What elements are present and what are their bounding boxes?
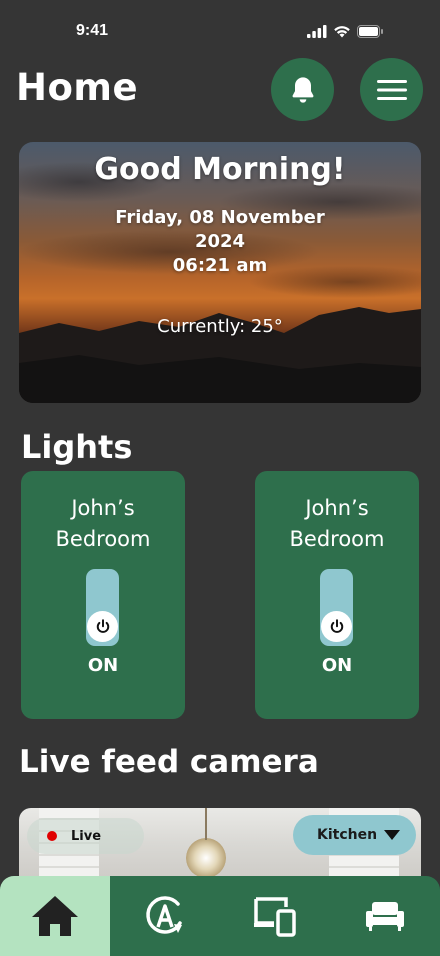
room-selector-value: Kitchen <box>317 827 378 843</box>
lights-heading: Lights <box>21 428 133 466</box>
power-toggle-knob[interactable] <box>87 611 118 642</box>
automation-icon <box>146 896 182 934</box>
notifications-button[interactable] <box>271 58 334 121</box>
light-room-name: John’s Bedroom <box>255 493 419 555</box>
power-icon <box>96 618 109 633</box>
light-room-name-line2: Bedroom <box>289 527 385 551</box>
power-icon <box>330 618 343 633</box>
room-selector[interactable]: Kitchen <box>293 815 416 855</box>
home-icon <box>32 896 78 936</box>
mountain-silhouette <box>19 307 421 403</box>
current-temperature: Currently: 25° <box>157 316 283 337</box>
light-room-name-line1: John’s <box>71 496 135 520</box>
devices-icon <box>254 897 296 937</box>
feed-chandelier-cord <box>205 808 207 840</box>
live-dot-icon <box>47 831 57 841</box>
page-title: Home <box>16 66 139 109</box>
date-line-2: 2024 <box>194 231 246 252</box>
light-card[interactable]: John’s Bedroom ON <box>255 471 419 719</box>
status-time: 9:41 <box>76 22 109 39</box>
cellular-signal-icon <box>307 25 327 38</box>
camera-heading: Live feed camera <box>19 744 319 780</box>
tab-home[interactable] <box>0 876 110 956</box>
sofa-icon <box>366 902 404 931</box>
tab-devices[interactable] <box>220 876 330 956</box>
tab-rooms[interactable] <box>330 876 440 956</box>
feed-chandelier <box>186 838 226 878</box>
greeting-text: Good Morning! <box>94 152 346 187</box>
bell-icon <box>292 76 313 103</box>
wifi-icon <box>334 26 350 38</box>
light-state: ON <box>321 655 353 676</box>
light-card[interactable]: John’s Bedroom ON <box>21 471 185 719</box>
time-text: 06:21 am <box>172 255 268 276</box>
hamburger-menu-icon <box>376 79 407 100</box>
date-line-1: Friday, 08 November <box>115 207 325 228</box>
light-room-name: John’s Bedroom <box>21 493 185 555</box>
date-time: Friday, 08 November 2024 06:21 am <box>19 206 421 278</box>
light-room-name-line2: Bedroom <box>55 527 151 551</box>
light-state: ON <box>87 655 119 676</box>
bottom-nav <box>0 876 440 956</box>
light-toggle-slider[interactable] <box>86 569 119 646</box>
status-bar: 9:41 <box>0 0 440 58</box>
tab-automation[interactable] <box>110 876 220 956</box>
light-room-name-line1: John’s <box>305 496 369 520</box>
system-icons <box>307 25 384 38</box>
live-label: Live <box>71 828 102 844</box>
power-toggle-knob[interactable] <box>321 611 352 642</box>
light-toggle-slider[interactable] <box>320 569 353 646</box>
dropdown-arrow-icon <box>384 830 400 840</box>
menu-button[interactable] <box>360 58 423 121</box>
live-badge: Live <box>27 818 144 854</box>
greeting-card: Good Morning! Friday, 08 November 2024 0… <box>19 142 421 403</box>
battery-icon <box>357 25 383 38</box>
